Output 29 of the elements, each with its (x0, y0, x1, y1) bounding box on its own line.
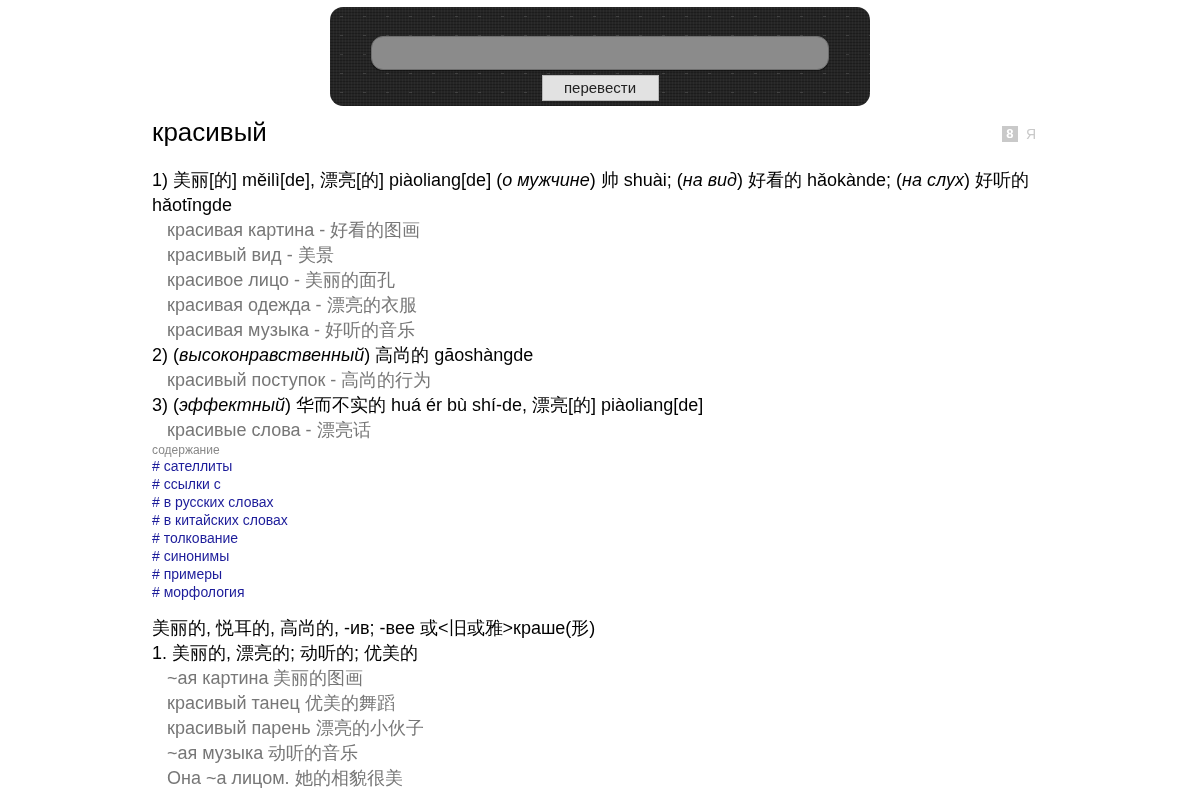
contents-link[interactable]: # сателлиты (152, 457, 233, 475)
usage-example: ~ая картина 美丽的图画 (166, 667, 365, 690)
usage-example: красивая картина - 好看的图画 (166, 219, 422, 242)
usage-example: красивая одежда - 漂亮的衣服 (166, 294, 418, 317)
contents-link[interactable]: # толкование (152, 529, 239, 547)
contents-heading: содержание (152, 443, 220, 457)
contents-link[interactable]: # синонимы (152, 547, 230, 565)
sense-definition: 1) 美丽[的] měilì[de], 漂亮[的] piàoliang[de] (о мужчине) 帅 shuài; (на вид) 好看的 hǎokànde; (на слух) 好听的 hǎotīngde (152, 169, 1030, 217)
usage-example: красивый парень 漂亮的小伙子 (166, 717, 425, 740)
sense-definition: 1. 美丽的, 漂亮的; 动听的; 优美的 (152, 642, 420, 665)
contents-link[interactable]: # в русских словах (152, 493, 274, 511)
usage-example: красивый поступок - 高尚的行为 (166, 369, 433, 392)
contents-link[interactable]: # ссылки с (152, 475, 221, 493)
usage-example: Она ~а лицом. 她的相貌很美 (166, 767, 404, 790)
usage-example: красивый танец 优美的舞蹈 (166, 692, 396, 715)
usage-example: красивое лицо - 美丽的面孔 (166, 269, 396, 292)
usage-example: ~ая музыка 动听的音乐 (166, 742, 360, 765)
sense-definition: 3) (эффектный) 华而不实的 huá ér bù shí-de, 漂亮[的] piàoliang[de] (152, 394, 705, 417)
contents-link[interactable]: # в китайских словах (152, 511, 288, 529)
contents-link[interactable]: # примеры (152, 565, 223, 583)
usage-example: красивая музыка - 好听的音乐 (166, 319, 417, 342)
contents-link[interactable]: # морфология (152, 583, 245, 601)
headword-title: красивый (152, 117, 267, 147)
grammar-note: 美丽的, 悦耳的, 高尚的, -ив; -вее 或<旧或雅>краше(形) (152, 617, 597, 640)
usage-example: красивые слова - 漂亮话 (166, 419, 372, 442)
translate-button[interactable]: перевести (541, 75, 659, 101)
query-field[interactable] (371, 36, 829, 70)
sense-definition: 2) (высоконравственный) 高尚的 gāoshàngde (152, 344, 535, 367)
usage-example: красивый вид - 美景 (166, 244, 335, 267)
